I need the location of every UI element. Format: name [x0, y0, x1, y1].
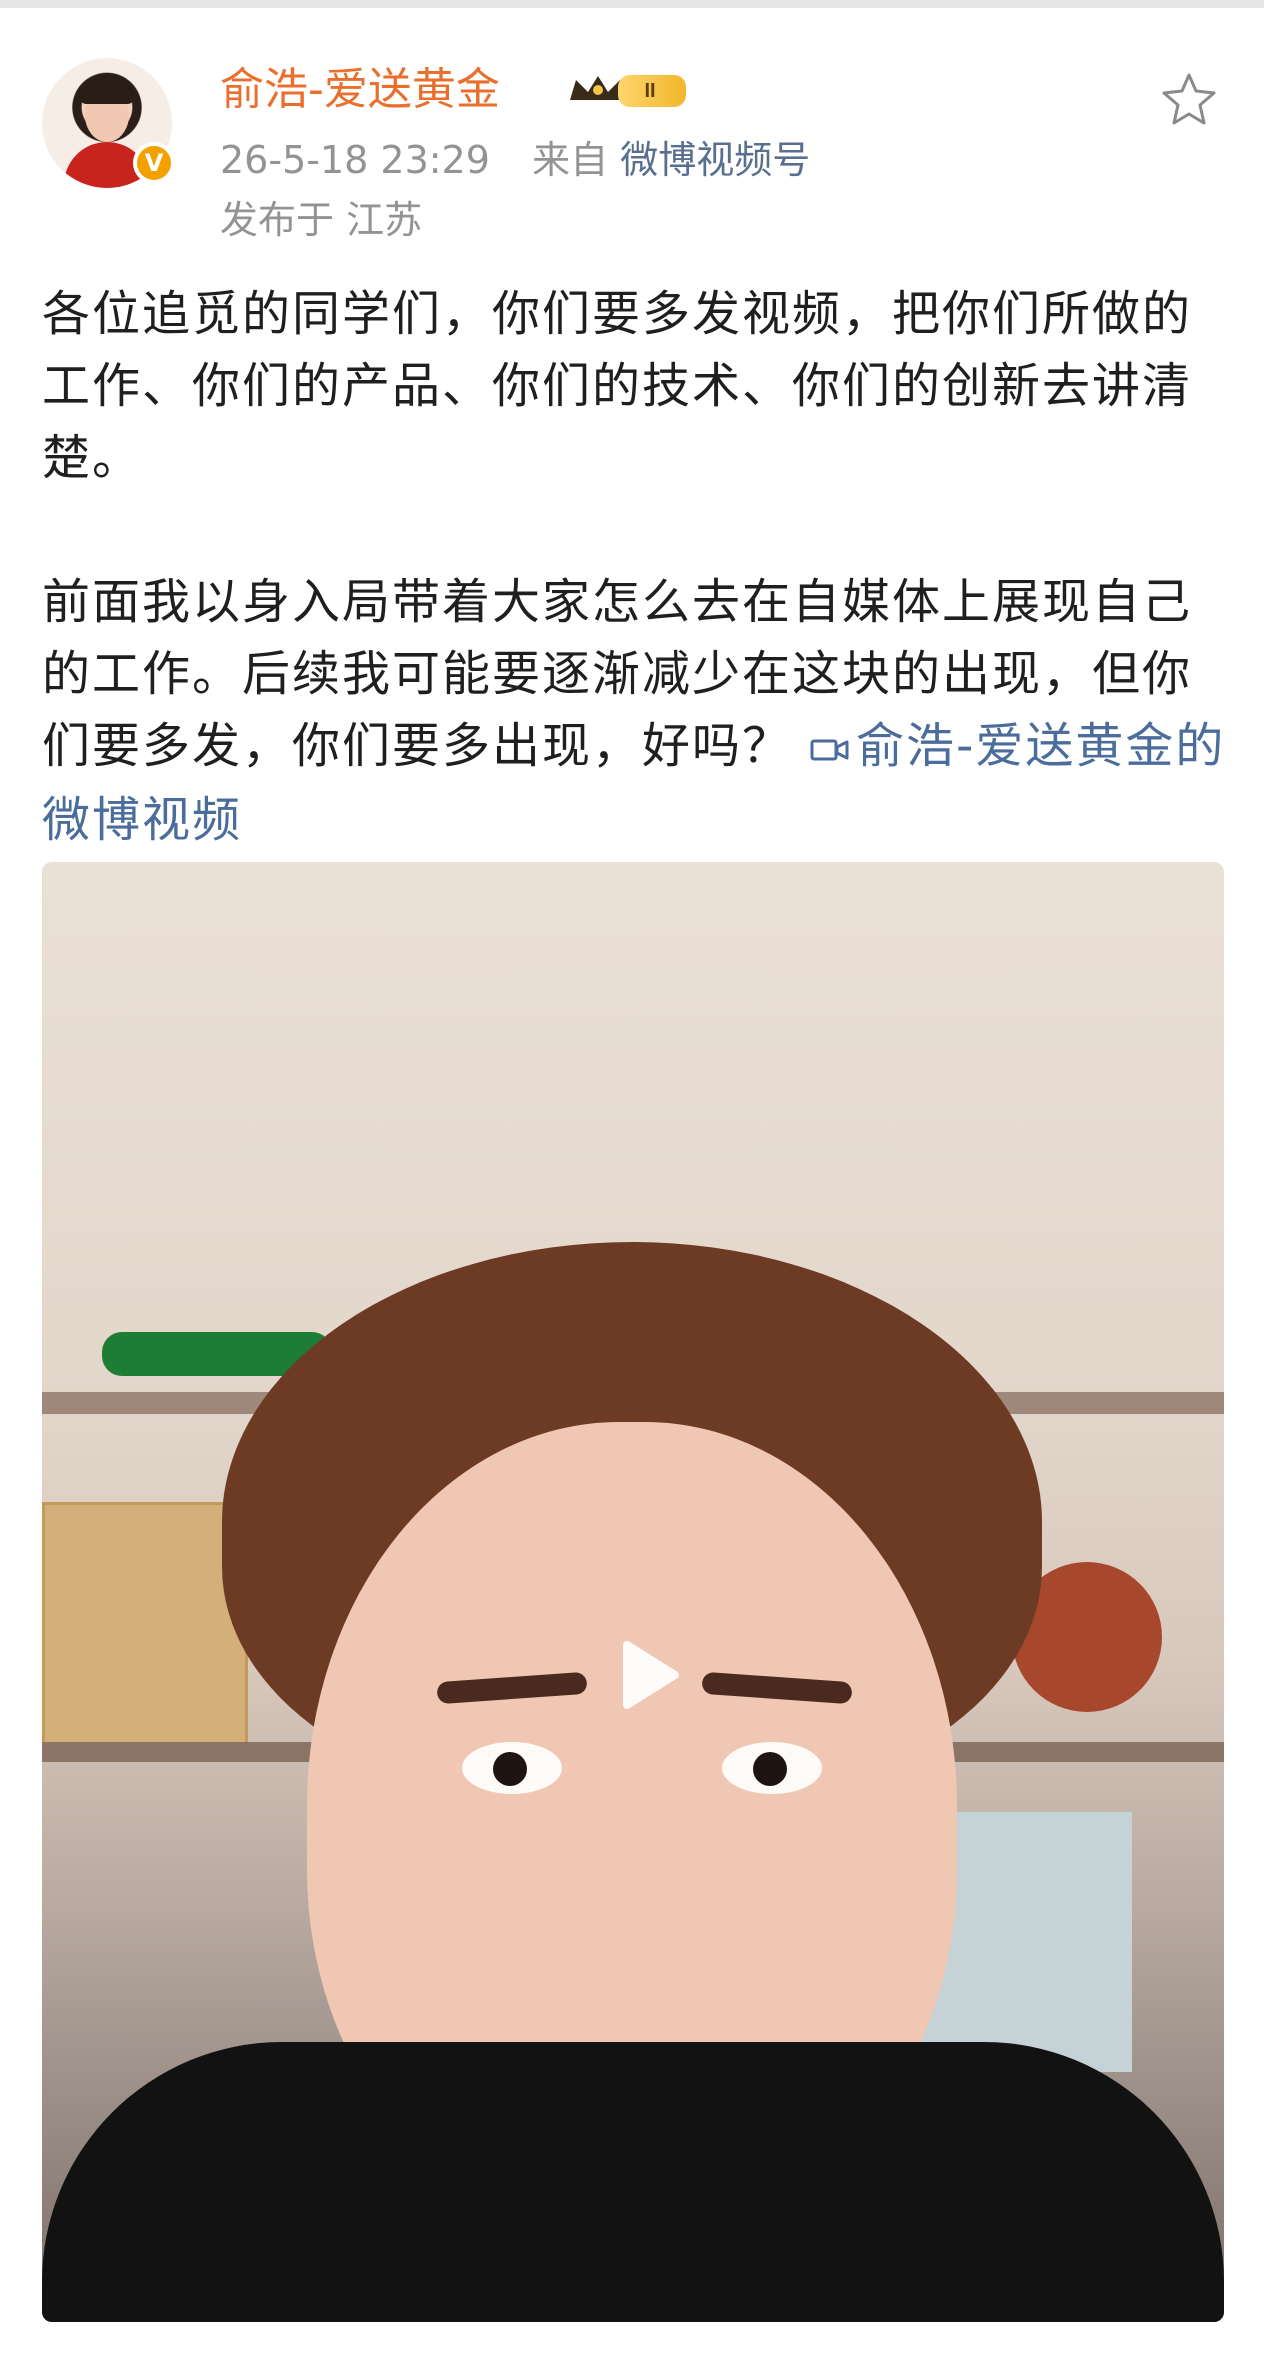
post-source[interactable]: 微博视频号 [620, 138, 810, 182]
post-text-paragraph-2: 前面我以身入局带着大家怎么去在自媒体上展现自己的工作。后续我可能要逐渐减少在这块… [42, 566, 1232, 856]
post-location: 发布于 江苏 [220, 198, 423, 242]
avatar-hair [80, 80, 134, 104]
video-player[interactable] [42, 862, 1224, 2322]
star-icon[interactable] [1160, 70, 1218, 128]
person-eye-right [722, 1742, 822, 1794]
person-eye-left [462, 1742, 562, 1794]
post-meta: 26-5-18 23:29 来自 微博视频号 [220, 136, 810, 184]
username[interactable]: 俞浩-爱送黄金 [220, 62, 500, 118]
post-text-paragraph-1: 各位追觅的同学们，你们要多发视频，把你们所做的工作、你们的产品、你们的技术、你们… [42, 286, 1193, 486]
post-timestamp: 26-5-18 23:29 [220, 138, 490, 182]
verified-badge-icon: V [133, 142, 175, 184]
person-body [42, 2042, 1224, 2322]
shelf-box-left [42, 1502, 248, 1753]
vip-level-text: II [644, 80, 655, 102]
video-link-icon[interactable] [810, 712, 850, 784]
crown-badge-icon: II [570, 75, 686, 107]
post-source-prefix: 来自 [532, 138, 609, 182]
play-icon[interactable] [597, 1627, 693, 1723]
top-divider [0, 0, 1264, 8]
